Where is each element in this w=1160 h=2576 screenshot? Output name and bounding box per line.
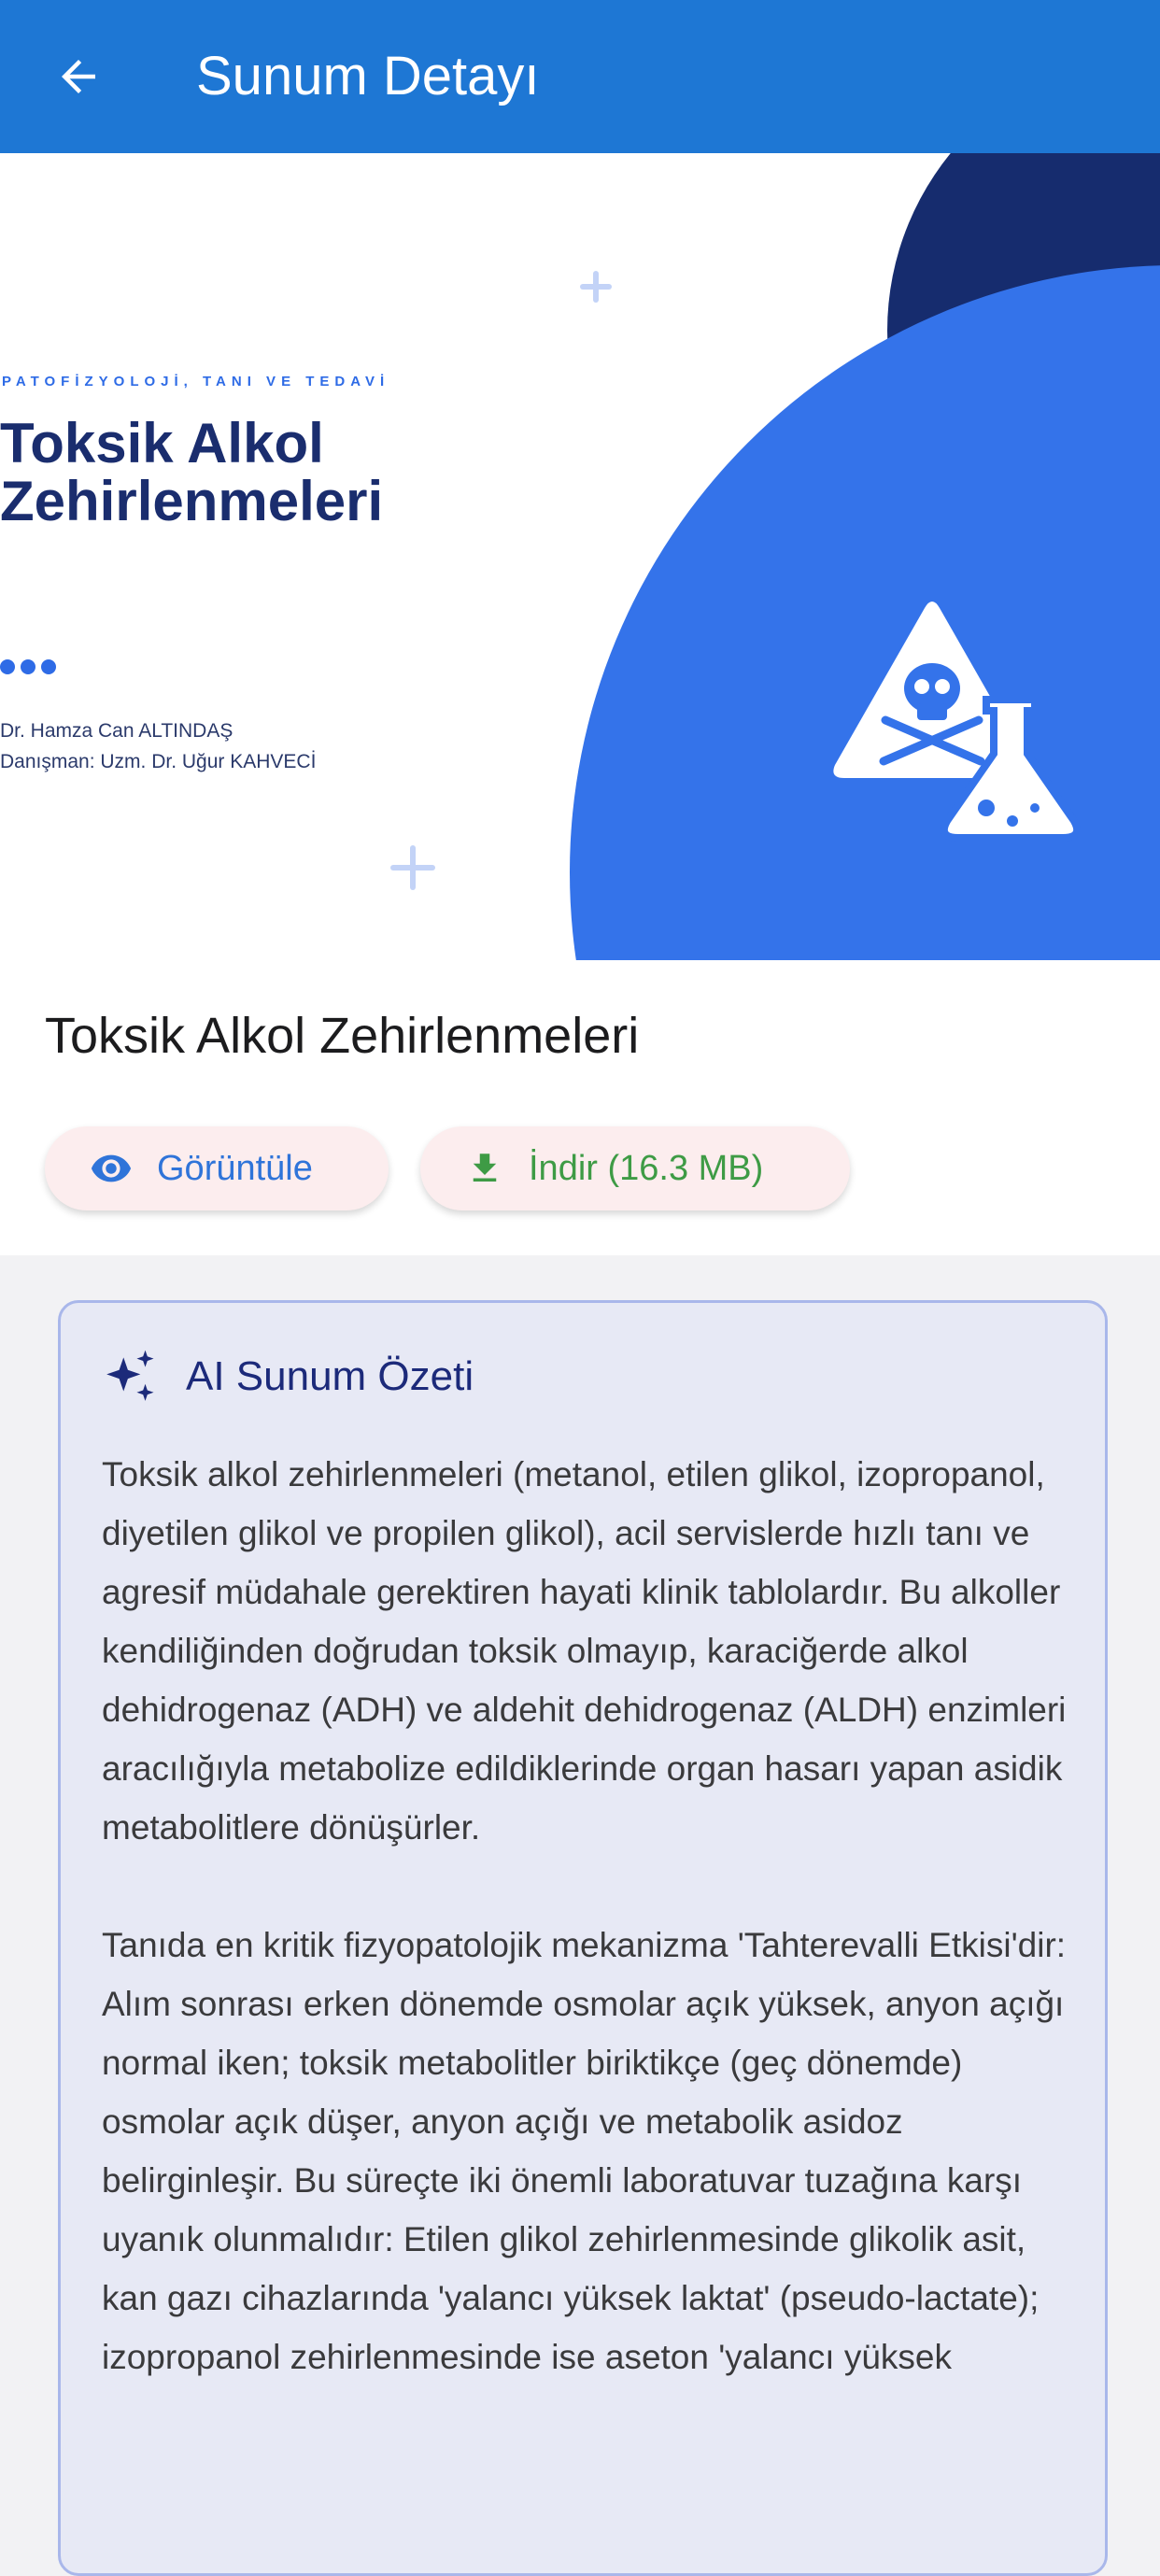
summary-paragraph: Tanıda en kritik fizyopatolojik mekanizm… (102, 1926, 1067, 2376)
sparkle-icon (106, 1350, 154, 1401)
arrow-back-icon (62, 60, 95, 93)
download-button[interactable]: İndir (16.3 MB) (420, 1126, 850, 1210)
ai-summary-text: Toksik alkol zehirlenmeleri (metanol, et… (102, 1445, 1073, 2445)
presentation-title: Toksik Alkol Zehirlenmeleri (45, 1008, 640, 1064)
ai-summary-card: AI Sunum Özeti Toksik alkol zehirlenmele… (58, 1300, 1108, 2576)
back-button[interactable] (41, 39, 116, 114)
view-button-label: Görüntüle (157, 1148, 313, 1188)
ai-summary-header: AI Sunum Özeti (102, 1348, 474, 1406)
view-button[interactable]: Görüntüle (45, 1126, 389, 1210)
download-icon (473, 1154, 497, 1182)
slide-dots (0, 659, 56, 674)
slide-title: Toksik Alkol Zehirlenmeleri (0, 412, 384, 532)
poison-flask-icon (833, 602, 1081, 842)
presentation-info: Toksik Alkol Zehirlenmeleri Görüntüle İn… (0, 960, 1160, 1255)
app-bar: Sunum Detayı (0, 0, 1160, 153)
slide-preview: PATOFİZYOLOJİ, TANI VE TEDAVİ Toksik Alk… (0, 153, 1160, 960)
slide-advisor: Danışman: Uzm. Dr. Uğur KAHVECİ (0, 751, 317, 772)
page-title: Sunum Detayı (196, 46, 540, 106)
ai-summary-title: AI Sunum Özeti (186, 1353, 474, 1399)
download-button-label: İndir (16.3 MB) (529, 1148, 764, 1188)
slide-subtitle: PATOFİZYOLOJİ, TANI VE TEDAVİ (2, 374, 390, 389)
slide-author: Dr. Hamza Can ALTINDAŞ (0, 720, 233, 742)
summary-paragraph: Toksik alkol zehirlenmeleri (metanol, et… (102, 1455, 1067, 1847)
eye-icon (91, 1154, 132, 1182)
